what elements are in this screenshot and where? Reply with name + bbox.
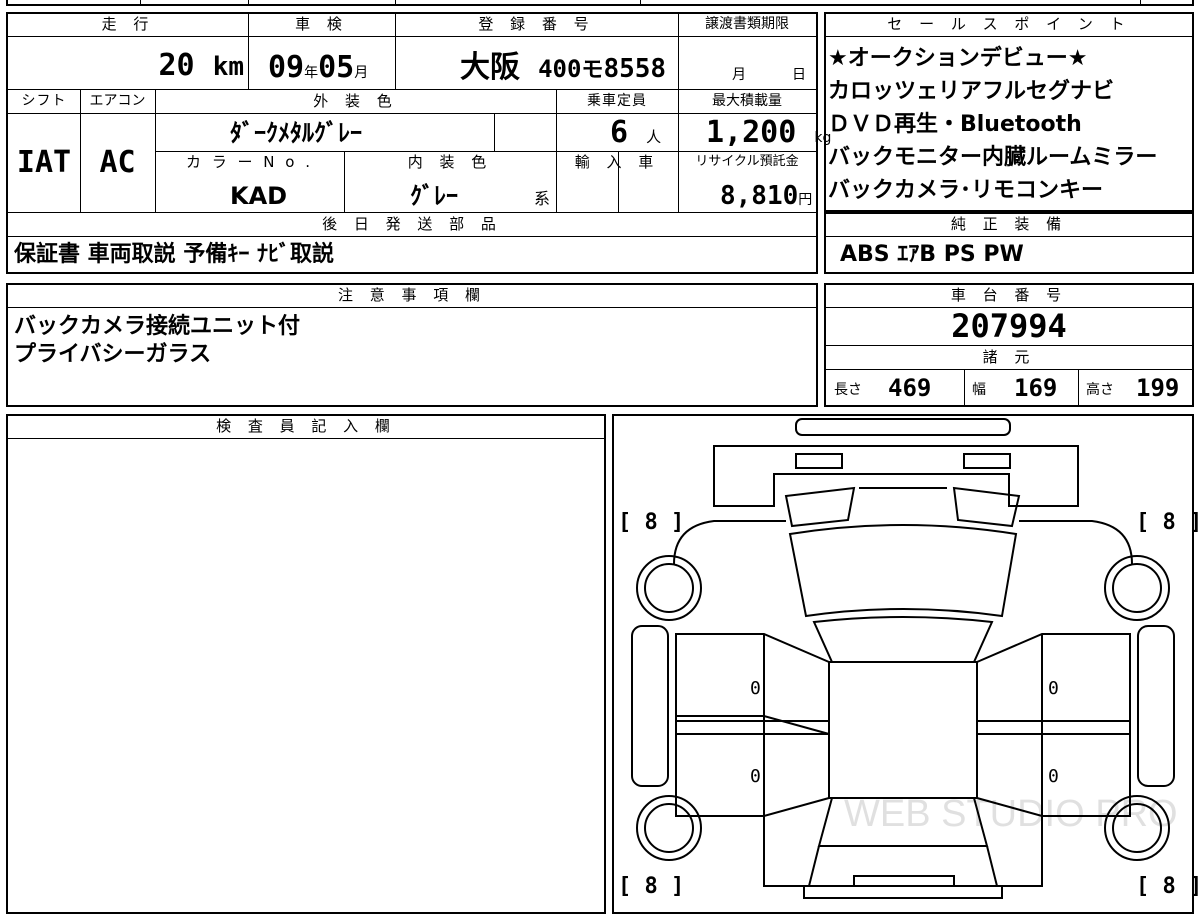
aircon-value: AC — [99, 145, 136, 180]
door-rear-right-score: 0 — [1048, 766, 1059, 787]
notes-line-1: バックカメラ接続ユニット付 — [14, 314, 301, 339]
recycle-header: リサイクル預託金 — [695, 154, 799, 169]
color-no-value: KAD — [230, 182, 288, 210]
later-parts-value: 保証書 車両取説 予備ｷｰ ﾅﾋﾞ取説 — [14, 242, 334, 267]
specs-header: 諸 元 — [982, 348, 1036, 366]
exterior-color-header: 外 装 色 — [313, 92, 398, 110]
tire-front-right: [ 8 ] — [1136, 510, 1200, 535]
capacity-value: 6 人 — [610, 115, 662, 150]
chassis-number: 207994 — [951, 307, 1067, 345]
top-strip — [6, 0, 1194, 6]
sales-point-5: バックカメラ･リモコンキー — [828, 178, 1104, 203]
tire-rear-left: [ 8 ] — [618, 874, 685, 899]
sales-points-header: セ ー ル ス ポ イ ン ト — [887, 15, 1131, 33]
mileage-header: 走 行 — [101, 15, 155, 33]
tire-front-left: [ 8 ] — [618, 510, 685, 535]
door-rear-left-score: 0 — [750, 766, 761, 787]
registration-number: 大阪 400モ8558 — [460, 50, 667, 85]
notes-header: 注 意 事 項 欄 — [337, 286, 487, 304]
tire-rear-right: [ 8 ] — [1136, 874, 1200, 899]
later-parts-header: 後 日 発 送 部 品 — [322, 215, 502, 233]
interior-color-value: ｸﾞﾚｰ — [410, 182, 458, 210]
sales-point-2: カロッツェリアフルセグナビ — [828, 79, 1115, 104]
chassis-header: 車 台 番 号 — [950, 286, 1068, 304]
sales-point-4: バックモニター内臓ルームミラー — [828, 145, 1158, 170]
color-no-header: カ ラ ー N o . — [185, 153, 313, 171]
shift-value: IAT — [16, 145, 72, 180]
door-front-right-score: 0 — [1048, 678, 1059, 699]
genuine-equipment-header: 純 正 装 備 — [950, 215, 1068, 233]
import-header: 輸 入 車 — [574, 153, 660, 171]
genuine-equipment-value: ABS ｴｱB PS PW — [840, 242, 1024, 267]
exterior-color-value: ﾀﾞｰｸﾒﾀﾙｸﾞﾚｰ — [230, 119, 362, 147]
deadline-month-label: 月 — [732, 67, 746, 83]
transfer-deadline-header: 譲渡書類期限 — [705, 16, 789, 32]
sales-point-3: ＤＶＤ再生・Bluetooth — [828, 112, 1082, 137]
deadline-day-label: 日 — [792, 67, 806, 83]
inspection-date: 09年05月 — [268, 50, 369, 85]
inspector-box — [6, 414, 606, 914]
inspector-header: 検 査 員 記 入 欄 — [216, 417, 396, 435]
length-label: 長さ — [834, 382, 862, 398]
height-value: 199 — [1136, 374, 1180, 402]
max-load-value: 1,200 kg — [706, 115, 832, 150]
mileage-value: 20 km — [158, 48, 245, 83]
inspection-header: 車 検 — [295, 15, 348, 33]
watermark: WEB STUDIO PRO — [844, 793, 1178, 835]
car-diagram: WEB STUDIO PRO — [631, 418, 1178, 899]
notes-line-2: プライバシーガラス — [14, 342, 212, 367]
shift-header: シフト — [21, 93, 67, 109]
door-front-left-score: 0 — [750, 678, 761, 699]
width-label: 幅 — [972, 382, 986, 398]
width-value: 169 — [1014, 374, 1058, 402]
registration-header: 登 録 番 号 — [478, 15, 595, 33]
aircon-header: エアコン — [89, 93, 146, 109]
interior-color-header: 内 装 色 — [407, 153, 493, 171]
recycle-value: 8,810円 — [720, 181, 813, 211]
capacity-header: 乗車定員 — [587, 93, 647, 109]
height-label: 高さ — [1086, 382, 1114, 398]
sales-point-1: ★オークションデビュー★ — [828, 46, 1088, 71]
length-value: 469 — [888, 374, 932, 402]
interior-suffix: 系 — [534, 189, 551, 208]
max-load-header: 最大積載量 — [712, 93, 782, 109]
